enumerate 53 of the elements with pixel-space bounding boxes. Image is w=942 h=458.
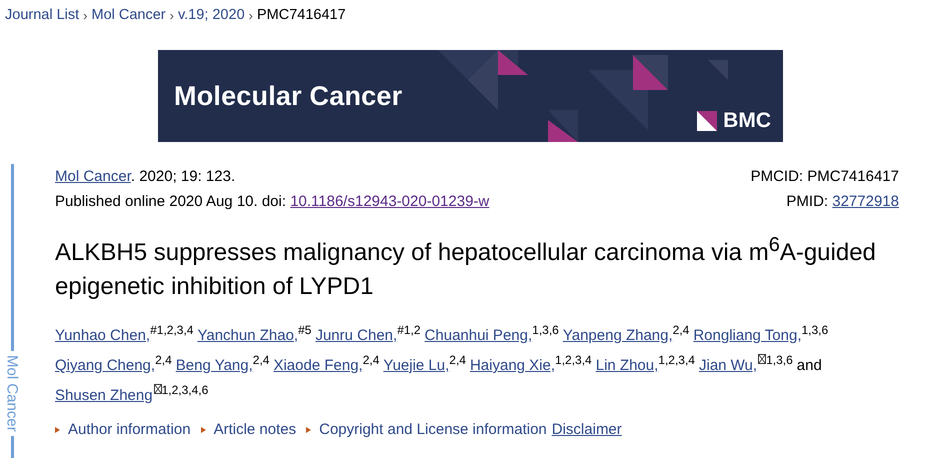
affiliation-marks: 1,2,3,4 [658, 353, 695, 367]
affiliation-marks: 1,2,3,4,6 [162, 383, 208, 397]
author-link[interactable]: Jian Wu, [698, 357, 758, 374]
affiliation-marks: #1,2 [397, 323, 421, 337]
info-link[interactable]: Disclaimer [552, 421, 622, 438]
author-link[interactable]: Beng Yang, [176, 357, 253, 374]
article-title: ALKBH5 suppresses malignancy of hepatocellular carcinoma via m$^{6}$A-guided epigenetic inhibition of LYPD1 [55, 233, 877, 302]
affiliation-marks: 2,4 [449, 353, 466, 367]
breadcrumb-link[interactable]: Mol Cancer [92, 7, 166, 23]
doi-link[interactable]: 10.1186/s12943-020-01239-w [290, 193, 490, 210]
affiliation-marks: 2,4 [672, 323, 690, 337]
breadcrumb-current: PMC7416417 [256, 7, 346, 23]
affiliation-marks: 1,2,3,4 [555, 353, 592, 367]
affiliation-marks: 2,4 [362, 353, 380, 367]
pmid-link[interactable]: 32772918 [832, 193, 899, 210]
author-link[interactable]: Shusen Zheng [55, 387, 153, 404]
author-link[interactable]: Xiaode Feng, [273, 357, 363, 374]
citation-text: Mol Cancer. 2020; 19: 123. [55, 168, 236, 185]
author-link[interactable]: Yanchun Zhao, [197, 327, 298, 344]
info-link[interactable]: Copyright and License information [319, 421, 547, 438]
author-link[interactable]: Haiyang Xie, [470, 357, 556, 374]
journal-name: Molecular Cancer [174, 80, 402, 112]
author-link[interactable]: Yuejie Lu, [383, 357, 450, 374]
info-link[interactable]: Author information [68, 421, 191, 438]
publication-text: Published online 2020 Aug 10. doi: 10.1186/s12943-020-01239-w [55, 193, 490, 210]
affiliation-marks: #1,2,3,4 [150, 323, 194, 337]
affiliation-marks: 1,3,6 [766, 353, 793, 367]
affiliation-marks: 1,3,6 [802, 323, 828, 337]
journal-link[interactable]: Mol Cancer [55, 168, 131, 185]
affiliation-marks: 2,4 [252, 353, 270, 367]
info-link[interactable]: Article notes [214, 421, 296, 438]
author-link[interactable]: Lin Zhou, [596, 357, 658, 374]
publisher-name: BMC [723, 109, 771, 133]
conjunction-text: and [796, 357, 822, 374]
chevron-icon: › [248, 8, 253, 22]
chevron-icon: › [170, 8, 174, 22]
author-link[interactable]: Rongliang Tong, [693, 327, 802, 344]
affiliation-marks: 2,4 [155, 353, 172, 367]
crossed-box-icon [154, 384, 162, 394]
author-link[interactable]: Chuanhui Peng, [424, 327, 532, 344]
author-link[interactable]: Yunhao Chen, [55, 327, 150, 344]
affiliation-marks: #5 [298, 323, 312, 337]
affiliation-marks: 1,3,6 [532, 323, 559, 337]
crossed-box-icon [758, 354, 766, 364]
chevron-icon: › [83, 8, 88, 22]
logo-icon [697, 111, 718, 131]
pmcid-text: PMCID: PMC7416417 [750, 168, 899, 185]
author-link[interactable]: Yanpeng Zhang, [562, 327, 673, 344]
breadcrumb-link[interactable]: v.19; 2020 [178, 7, 245, 23]
author-link[interactable]: Qiyang Cheng, [55, 357, 156, 374]
breadcrumb-link[interactable]: Journal List [5, 7, 80, 23]
pmid-label: PMID: [786, 193, 830, 210]
author-link[interactable]: Junru Chen, [315, 327, 398, 344]
